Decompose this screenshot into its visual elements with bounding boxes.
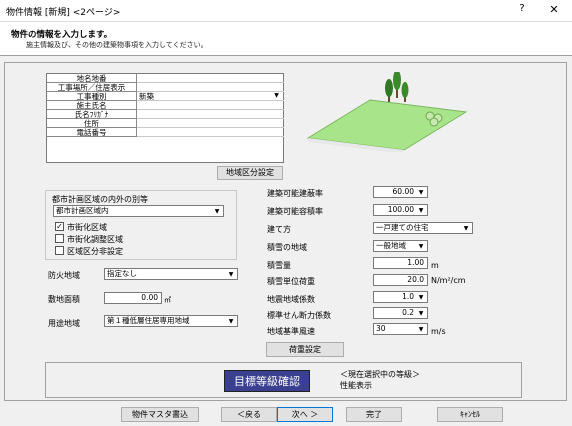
wind-speed-select[interactable]: 30 ▼: [373, 323, 428, 335]
site-area-unit: ㎡: [164, 296, 171, 304]
chevron-down-icon[interactable]: ▼: [461, 224, 471, 232]
table-row: 工事場所／住居表示: [47, 83, 285, 92]
fire-zone-value: 指定なし: [107, 269, 137, 278]
snow-unit-load-input[interactable]: 20.0: [373, 274, 428, 286]
phone-field[interactable]: [137, 128, 284, 137]
shear-coefficient-label: 標準せん断力係数: [267, 311, 331, 320]
master-write-button[interactable]: 物件マスタ書込: [121, 407, 199, 422]
property-info-table: 地名地番 工事場所／住居表示 工事種別 新築 ▼ 施主氏名 氏名ﾌﾘｶﾞﾅ 住所…: [46, 73, 284, 163]
table-row: 氏名ﾌﾘｶﾞﾅ: [47, 110, 285, 119]
row-label: 工事場所／住居表示: [47, 83, 137, 92]
row-label: 施主氏名: [47, 101, 137, 110]
owner-name-field[interactable]: [137, 101, 284, 110]
site-illustration: [306, 72, 468, 152]
use-zone-label: 用途地域: [48, 319, 80, 328]
snow-depth-input[interactable]: 1.00: [373, 257, 428, 269]
shear-coefficient-value: 0.2: [402, 308, 414, 317]
instruction-title: 物件の情報を入力します。: [11, 30, 113, 40]
current-grade-label: ＜現在選択中の等級＞: [340, 370, 420, 379]
row-label: 氏名ﾌﾘｶﾞﾅ: [47, 110, 137, 119]
finish-button[interactable]: 完了: [346, 407, 402, 422]
use-zone-value: 第１種低層住居専用地域: [107, 316, 190, 325]
current-grade-value: 性能表示: [340, 381, 372, 390]
target-grade-button[interactable]: 目標等級確認: [224, 370, 310, 392]
floor-area-ratio-select[interactable]: 100.00 ▼: [373, 204, 428, 216]
chevron-down-icon[interactable]: ▼: [416, 206, 426, 214]
urbanization-control-label: 市街化調整区域: [67, 235, 123, 244]
work-type-select[interactable]: 新築 ▼: [137, 92, 284, 101]
chevron-down-icon[interactable]: ▼: [271, 92, 282, 100]
snow-region-label: 積雪の地域: [267, 243, 307, 252]
wind-speed-unit: m/s: [431, 327, 446, 336]
floor-area-ratio-value: 100.00: [387, 205, 414, 214]
wind-speed-label: 地域基準風速: [267, 327, 315, 336]
coverage-ratio-label: 建築可能建蔽率: [267, 189, 323, 198]
row-label: 電話番号: [47, 128, 137, 137]
fire-zone-label: 防火地域: [48, 271, 80, 280]
row-label: 工事種別: [47, 92, 137, 101]
building-type-label: 建て方: [267, 225, 291, 234]
back-button[interactable]: ＜戻る: [221, 407, 277, 422]
window-title: 物件情報 [新規] <2ページ>: [6, 8, 121, 18]
chevron-down-icon[interactable]: ▼: [416, 242, 426, 250]
chevron-down-icon[interactable]: ▼: [416, 309, 426, 317]
site-area-input[interactable]: 0.00: [104, 292, 162, 304]
urbanization-control-checkbox[interactable]: [55, 234, 64, 243]
chevron-down-icon[interactable]: ▼: [416, 188, 426, 196]
site-location-field[interactable]: [137, 83, 284, 92]
row-label: 地名地番: [47, 74, 137, 83]
area-setting-button[interactable]: 地域区分設定: [217, 166, 283, 180]
cancel-button[interactable]: ｷｬﾝｾﾙ: [437, 407, 503, 422]
load-setting-button[interactable]: 荷重設定: [266, 342, 344, 357]
building-type-value: 一戸建ての住宅: [376, 223, 429, 232]
work-type-value: 新築: [139, 92, 154, 101]
snow-region-select[interactable]: 一般地域 ▼: [373, 240, 428, 252]
snow-unit-load-unit: N/m²/cm: [431, 276, 466, 285]
snow-depth-unit: m: [431, 261, 439, 270]
table-row: 地名地番: [47, 74, 285, 83]
snow-unit-load-label: 積雪単位荷重: [267, 277, 315, 286]
use-zone-select[interactable]: 第１種低層住居専用地域 ▼: [104, 315, 238, 327]
chevron-down-icon[interactable]: ▼: [226, 317, 236, 325]
owner-address-field[interactable]: [137, 119, 284, 128]
urbanization-area-checkbox[interactable]: ✓: [55, 222, 64, 231]
next-button[interactable]: 次へ ＞: [277, 407, 333, 422]
seismic-factor-label: 地震地域係数: [267, 295, 315, 304]
chevron-down-icon[interactable]: ▼: [212, 207, 222, 215]
coverage-ratio-select[interactable]: 60.00 ▼: [373, 186, 428, 198]
no-division-label: 区域区分非設定: [67, 247, 123, 256]
city-planning-select[interactable]: 都市計画区域内 ▼: [53, 205, 224, 217]
city-planning-value: 都市計画区域内: [56, 206, 109, 215]
snow-depth-label: 積雪量: [267, 261, 291, 270]
city-planning-label: 都市計画区域の内外の別等: [52, 195, 148, 204]
wind-speed-value: 30: [376, 324, 386, 333]
close-button[interactable]: ✕: [547, 3, 561, 17]
title-bar: 物件情報 [新規] <2ページ> ? ✕: [0, 0, 572, 22]
no-division-checkbox[interactable]: [55, 246, 64, 255]
chevron-down-icon[interactable]: ▼: [416, 325, 426, 333]
chevron-down-icon[interactable]: ▼: [226, 270, 236, 278]
address-lot-field[interactable]: [137, 74, 284, 83]
site-area-label: 敷地面積: [48, 295, 80, 304]
table-row: 住所: [47, 119, 285, 128]
seismic-factor-select[interactable]: 1.0 ▼: [373, 291, 428, 303]
urbanization-area-label: 市街化区域: [67, 223, 107, 232]
seismic-factor-value: 1.0: [402, 292, 414, 301]
coverage-ratio-value: 60.00: [392, 187, 414, 196]
instruction-subtitle: 施主情報及び、その他の建築物事項を入力してください。: [26, 41, 208, 49]
row-label: 住所: [47, 119, 137, 128]
shear-coefficient-select[interactable]: 0.2 ▼: [373, 307, 428, 319]
tree-icon: [385, 72, 409, 102]
table-row: 工事種別 新築 ▼: [47, 92, 285, 101]
fire-zone-select[interactable]: 指定なし ▼: [104, 268, 238, 280]
chevron-down-icon[interactable]: ▼: [416, 293, 426, 301]
floor-area-ratio-label: 建築可能容積率: [267, 207, 323, 216]
table-row: 施主氏名: [47, 101, 285, 110]
table-row: 電話番号: [47, 128, 285, 137]
building-type-select[interactable]: 一戸建ての住宅 ▼: [373, 222, 473, 234]
help-button[interactable]: ?: [515, 3, 529, 17]
instruction-header: 物件の情報を入力します。 施主情報及び、その他の建築物事項を入力してください。: [0, 22, 572, 56]
owner-kana-field[interactable]: [137, 110, 284, 119]
snow-region-value: 一般地域: [376, 241, 406, 250]
